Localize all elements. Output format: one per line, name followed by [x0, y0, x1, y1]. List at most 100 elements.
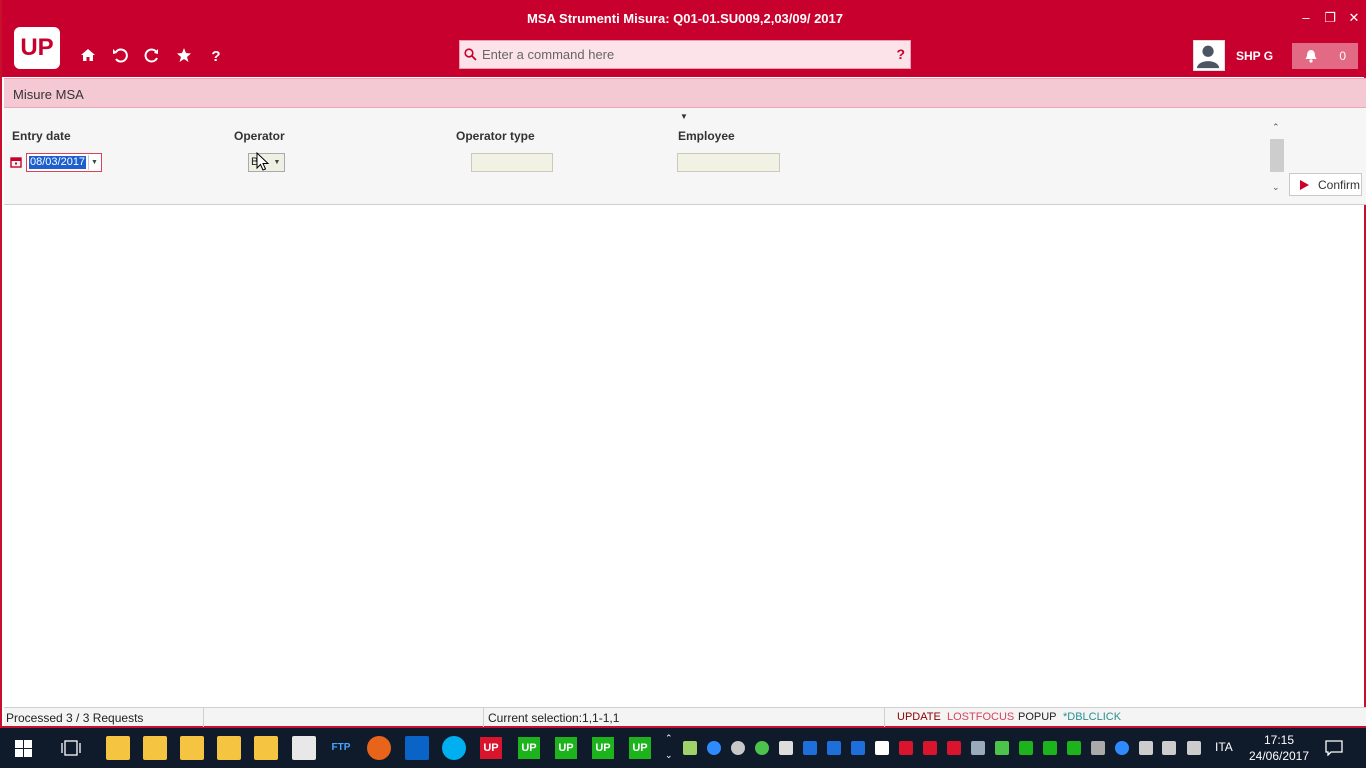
clock[interactable]: 17:15 24/06/2017 [1244, 732, 1314, 764]
tray-app-icon[interactable] [1091, 741, 1105, 755]
refresh-icon[interactable] [141, 44, 163, 66]
sync-icon[interactable] [755, 741, 769, 755]
processed-status: Processed 3 / 3 Requests [6, 711, 144, 725]
operator-label: Operator [234, 129, 285, 143]
up-tray-icon[interactable] [1067, 741, 1081, 755]
entry-date-label: Entry date [12, 129, 71, 143]
up-app-icon[interactable]: UP [555, 737, 577, 759]
store-icon[interactable] [292, 736, 316, 760]
volume-icon[interactable] [1162, 741, 1176, 755]
windows-taskbar: FTP UP UP UP UP UP ⌃ ⌄ ITA 17:15 24/06/20… [0, 728, 1366, 768]
up-logo[interactable]: UP [14, 27, 60, 69]
popup-flag: POPUP [1018, 711, 1057, 723]
maximize-button[interactable]: ❐ [1319, 8, 1341, 28]
up-app-icon[interactable]: UP [629, 737, 651, 759]
clock-date: 24/06/2017 [1248, 749, 1310, 763]
bluetooth-icon[interactable] [971, 741, 985, 755]
svg-text:?: ? [211, 48, 220, 65]
up-tray-icon[interactable] [947, 741, 961, 755]
network-share-icon[interactable] [779, 741, 793, 755]
collapse-arrow-icon[interactable]: ▼ [680, 112, 688, 121]
minimize-button[interactable]: – [1295, 8, 1317, 28]
chevron-down-icon[interactable]: ▼ [88, 155, 100, 170]
notifications-button[interactable]: 0 [1292, 43, 1358, 69]
up-app-icon[interactable]: UP [480, 737, 502, 759]
tray-app-icon[interactable] [683, 741, 697, 755]
onedrive-icon[interactable] [707, 741, 721, 755]
user-name[interactable]: SHP G [1236, 49, 1273, 63]
firefox-icon[interactable] [367, 736, 391, 760]
selection-status: Current selection:1,1-1,1 [488, 711, 620, 725]
up-tray-icon[interactable] [899, 741, 913, 755]
up-app-icon[interactable]: UP [518, 737, 540, 759]
mouse-cursor-icon [256, 152, 270, 171]
clock-time: 17:15 [1263, 733, 1295, 747]
close-button[interactable]: ✕ [1343, 8, 1365, 28]
app-header: MSA Strumenti Misura: Q01-01.SU009,2,03/… [2, 0, 1366, 77]
file-explorer-icon[interactable] [106, 736, 130, 760]
tray-overflow-icon[interactable]: ⌃ ⌄ [665, 730, 673, 764]
star-icon[interactable] [173, 44, 195, 66]
notification-count: 0 [1339, 49, 1346, 63]
battery-icon[interactable] [1139, 741, 1153, 755]
bell-icon [1305, 50, 1317, 63]
play-icon [1300, 180, 1309, 190]
tray-app-icon[interactable] [731, 741, 745, 755]
up-app-icon[interactable]: UP [592, 737, 614, 759]
scrollbar-thumb[interactable] [1270, 139, 1284, 172]
entry-date-value: 08/03/2017 [29, 156, 87, 169]
command-input[interactable] [482, 41, 882, 68]
up-tray-icon[interactable] [803, 741, 817, 755]
action-center-icon[interactable] [1325, 740, 1343, 756]
user-icon [1196, 45, 1220, 69]
command-help-icon[interactable]: ? [896, 46, 905, 62]
employee-field[interactable] [677, 153, 780, 172]
chevron-down-icon[interactable]: ⌄ [1272, 182, 1280, 193]
folder-icon[interactable] [254, 736, 278, 760]
form-scrollbar[interactable]: ⌃ ⌄ [1270, 122, 1284, 198]
up-tray-icon[interactable] [1043, 741, 1057, 755]
tray-app-icon[interactable] [1115, 741, 1129, 755]
folder-icon[interactable] [217, 736, 241, 760]
chevron-up-icon[interactable]: ⌃ [1272, 122, 1280, 133]
chevron-down-icon[interactable]: ▼ [271, 155, 283, 170]
ftp-icon[interactable]: FTP [330, 737, 352, 759]
filter-form: ▼ Entry date 08/03/2017 ▼ Operator B ▼ O… [4, 108, 1366, 205]
calendar-icon[interactable] [10, 156, 22, 168]
operator-type-field[interactable] [471, 153, 553, 172]
folder-icon[interactable] [143, 736, 167, 760]
outlook-icon[interactable] [405, 736, 429, 760]
employee-label: Employee [678, 129, 735, 143]
divider [884, 708, 885, 727]
network-icon[interactable] [1187, 741, 1201, 755]
up-tray-icon[interactable] [827, 741, 841, 755]
avatar[interactable] [1193, 40, 1225, 71]
status-bar: Processed 3 / 3 Requests Current selecti… [4, 707, 1366, 727]
command-search[interactable]: ? [459, 40, 911, 69]
home-icon[interactable] [77, 44, 99, 66]
confirm-button[interactable]: Confirm [1289, 173, 1362, 196]
input-language[interactable]: ITA [1215, 740, 1233, 754]
page-title-bar: Misure MSA [4, 78, 1366, 108]
undo-icon[interactable] [109, 44, 131, 66]
up-tray-icon[interactable] [923, 741, 937, 755]
lostfocus-flag: LOSTFOCUS [947, 711, 1015, 723]
windows-start-icon[interactable] [15, 740, 32, 757]
up-tray-icon[interactable] [851, 741, 865, 755]
task-view-icon[interactable] [61, 740, 81, 756]
folder-icon[interactable] [180, 736, 204, 760]
up-tray-icon[interactable] [1019, 741, 1033, 755]
divider [483, 708, 484, 727]
window-title: MSA Strumenti Misura: Q01-01.SU009,2,03/… [527, 11, 843, 26]
dblclick-flag: *DBLCLICK [1063, 711, 1122, 723]
shield-icon[interactable] [875, 741, 889, 755]
tray-app-icon[interactable] [995, 741, 1009, 755]
confirm-label: Confirm [1318, 178, 1361, 192]
skype-icon[interactable] [442, 736, 466, 760]
entry-date-field[interactable]: 08/03/2017 ▼ [26, 153, 102, 172]
search-icon [464, 48, 477, 61]
operator-type-label: Operator type [456, 129, 535, 143]
app-window: MSA Strumenti Misura: Q01-01.SU009,2,03/… [0, 0, 1366, 728]
help-icon[interactable]: ? [205, 44, 227, 66]
page-title: Misure MSA [13, 87, 84, 102]
